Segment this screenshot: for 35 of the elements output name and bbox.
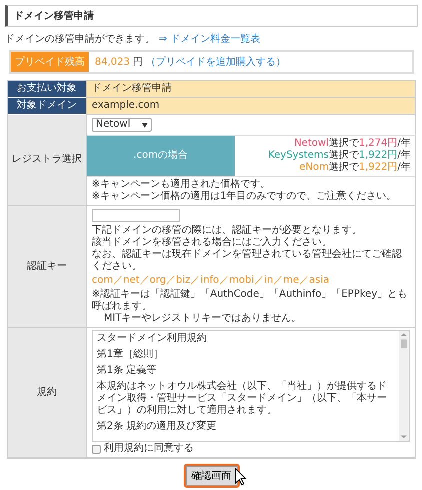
- note-text: MITキーやレジストリキーではありません。: [103, 313, 303, 325]
- terms-text: 第1条 定義等: [97, 365, 158, 377]
- row-value: example.com: [86, 98, 415, 115]
- info-text: なお、認証キーは現在ドメインを管理されている管理会社にてご確認ください。: [92, 249, 403, 273]
- note-text: ※認証キーは「認証鍵」「AuthCode」「Authinfo」「EPPkey」とも呼ばれます。: [92, 289, 408, 313]
- row-label: 認証キー: [8, 206, 86, 328]
- price-list-link[interactable]: ⇒ ドメイン料金一覧表: [159, 32, 261, 46]
- terms-textarea[interactable]: スタードメイン利用規約 第1章［総則］ 第1条 定義等 本規約はネットオウル株式会社（以下、「当社」）が提供するドメイン取得・管理サービス「スタードメイン」（以下、「本サービス」）の利用に対して適用されます。 第2条 規約の適用及び変更: [92, 330, 410, 442]
- terms-text: スタードメイン利用規約: [97, 333, 208, 345]
- agree-checkbox[interactable]: 利用規約に同意する: [92, 443, 410, 455]
- terms-text: 第1章［総則］: [97, 349, 164, 361]
- prepaid-label: プリペイド残高: [11, 52, 89, 72]
- tld-banner: .comの場合: [87, 136, 235, 176]
- row-label: 対象ドメイン: [8, 98, 86, 115]
- row-label: お支払い対象: [8, 81, 86, 98]
- tld-list: com／net／org／biz／info／mobi／in／me／asia: [92, 275, 410, 287]
- intro-text: ドメインの移管申請ができます。: [5, 32, 155, 46]
- terms-text: 第2条 規約の適用及び変更: [97, 421, 218, 433]
- registrar-price: eNom選択で1,922円/年: [299, 162, 411, 174]
- prepaid-amount: 84,023: [95, 56, 130, 68]
- note-text: ※キャンペーンも適用された価格です。: [92, 179, 272, 190]
- row-label: レジストラ選択: [8, 115, 86, 206]
- info-text: 該当ドメインを移管される場合にはご入力ください。: [92, 237, 333, 248]
- terms-text: 本規約はネットオウル株式会社（以下、「当社」）が提供するドメイン取得・管理サービス「スタードメイン」（以下、「本サービス」）の利用に対して適用されます。: [97, 381, 388, 417]
- currency-unit: 円: [133, 56, 143, 69]
- info-text: 下記ドメインの移管の際には、認証キーが必要となります。: [92, 225, 363, 236]
- row-label: 規約: [8, 328, 86, 458]
- page-title: ドメイン移管申請: [5, 5, 418, 27]
- row-value: ドメイン移管申請: [86, 81, 415, 98]
- registrar-price: KeySystems選択で1,922円/年: [268, 150, 411, 162]
- registrar-price: Netowl選択で1,274円/年: [294, 138, 411, 150]
- registrar-select[interactable]: Netowl: [92, 118, 152, 132]
- add-prepaid-link[interactable]: （プリペイドを追加購入する）: [146, 55, 286, 69]
- confirm-button[interactable]: 確認画面: [184, 464, 240, 488]
- note-text: ※キャンペーン価格の適用は1年目のみですので、ご注意ください。: [92, 191, 398, 203]
